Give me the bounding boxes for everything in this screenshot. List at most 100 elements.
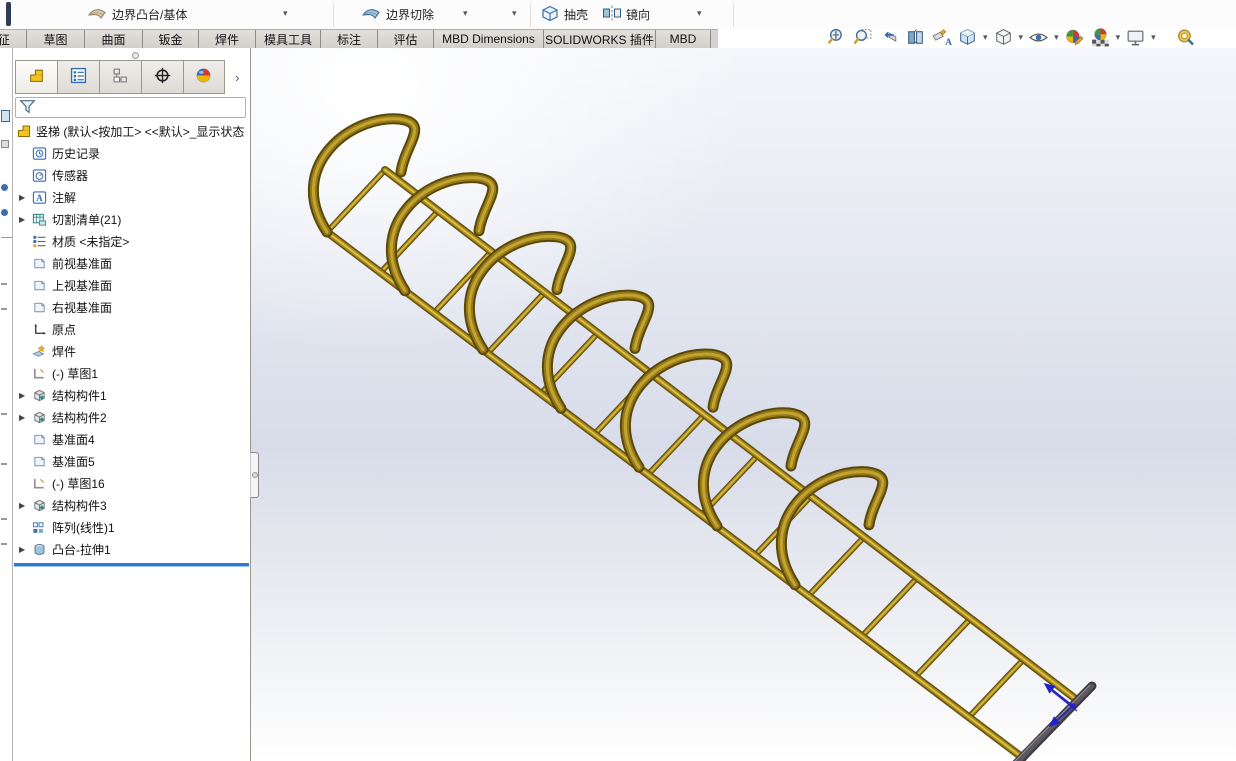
boundary-boss-button[interactable]: 边界凸台/基体 [86, 3, 187, 26]
tree-item-sketch1[interactable]: (-) 草图1 [13, 362, 250, 384]
mirror-button[interactable]: 镜向 [602, 3, 650, 26]
tab-features[interactable]: 特征 [0, 30, 27, 48]
view-settings-caret[interactable]: ▾ [1151, 33, 1156, 42]
tree-item-structural-member3[interactable]: ▶ 结构构件3 [13, 494, 250, 516]
previous-view-icon[interactable] [878, 26, 901, 49]
expand-arrow-icon[interactable]: ▶ [19, 545, 32, 554]
tree-item-annotations[interactable]: ▶ A 注解 [13, 186, 250, 208]
tab-sketch[interactable]: 草图 [27, 30, 85, 48]
tree-item-sensors[interactable]: 传感器 [13, 164, 250, 186]
dropdown-caret[interactable]: ▾ [512, 9, 517, 18]
tab-evaluate[interactable]: 评估 [378, 30, 434, 48]
dimxpert-target-icon [154, 67, 171, 87]
tab-surfaces[interactable]: 曲面 [85, 30, 143, 48]
expand-arrow-icon[interactable]: ▶ [19, 413, 32, 422]
tree-item-cut-list[interactable]: ▶ 切割清单(21) [13, 208, 250, 230]
tree-item-right-plane[interactable]: 右视基准面 [13, 296, 250, 318]
tree-item-material[interactable]: 材质 <未指定> [13, 230, 250, 252]
structural-member-icon [32, 387, 49, 403]
boundary-cut-button[interactable]: 边界切除 [360, 3, 434, 26]
tab-dimxpertmanager[interactable] [140, 60, 183, 94]
graphics-viewport[interactable] [251, 48, 1236, 761]
sensors-icon [32, 167, 49, 183]
edit-appearance-icon[interactable] [1063, 26, 1086, 49]
shell-icon [540, 3, 560, 26]
tab-displaymanager[interactable] [182, 60, 225, 94]
panel-tabs-overflow-button[interactable]: › [225, 60, 250, 94]
tree-item-structural-member1[interactable]: ▶ 结构构件1 [13, 384, 250, 406]
tree-item-plane4[interactable]: 基准面4 [13, 428, 250, 450]
featuremanager-panel: › 竖梯 (默认<按加工> <<默认>_显示状态 历史记录 传感器 ▶ A 注解… [13, 48, 251, 761]
tree-item-origin[interactable]: 原点 [13, 318, 250, 340]
tab-mold-tools[interactable]: 模具工具 [256, 30, 321, 48]
expand-arrow-icon[interactable]: ▶ [19, 501, 32, 510]
plane-icon [32, 277, 49, 293]
apply-scene-caret[interactable]: ▾ [1116, 33, 1121, 42]
view-orientation-icon[interactable] [956, 26, 979, 49]
boundary-cut-icon [360, 3, 382, 26]
expand-arrow-icon[interactable]: ▶ [19, 215, 32, 224]
view-orientation-caret[interactable]: ▾ [983, 33, 988, 42]
dynamic-annotation-views-icon[interactable]: A [930, 26, 953, 49]
expand-arrow-icon[interactable]: ▶ [19, 391, 32, 400]
tree-filter [15, 97, 246, 118]
tab-featuremanager[interactable] [15, 60, 57, 94]
tab-mbd[interactable]: MBD [656, 30, 711, 48]
toolbar-separator [530, 2, 531, 27]
dropdown-caret[interactable]: ▾ [463, 9, 468, 18]
annotations-icon: A [32, 189, 49, 205]
tab-solidworks-addins[interactable]: SOLIDWORKS 插件 [544, 30, 656, 48]
tree-item-boss-extrude[interactable]: ▶ 凸台-拉伸1 [13, 538, 250, 560]
svg-text:A: A [36, 192, 43, 202]
svg-text:A: A [945, 38, 952, 48]
tree-item-top-plane[interactable]: 上视基准面 [13, 274, 250, 296]
tree-item-sketch16[interactable]: (-) 草图16 [13, 472, 250, 494]
tab-propertymanager[interactable] [56, 60, 99, 94]
view-settings-icon[interactable] [1124, 26, 1147, 49]
display-style-icon[interactable] [992, 26, 1015, 49]
history-icon [32, 145, 49, 161]
plane-icon [32, 255, 49, 271]
tree-item-plane5[interactable]: 基准面5 [13, 450, 250, 472]
cut-list-icon [32, 211, 49, 227]
part-icon [28, 67, 45, 87]
tree-item-weldment[interactable]: 焊件 [13, 340, 250, 362]
toolbar-separator [333, 2, 334, 27]
tab-mbd-dimensions[interactable]: MBD Dimensions [434, 30, 544, 48]
tree-item-history[interactable]: 历史记录 [13, 142, 250, 164]
shell-button[interactable]: 抽壳 [540, 3, 588, 26]
zoom-to-area-icon[interactable] [852, 26, 875, 49]
linear-pattern-icon [32, 519, 49, 535]
mirror-label: 镜向 [626, 8, 651, 22]
tree-filter-input[interactable] [36, 99, 245, 116]
material-icon [32, 233, 49, 249]
sketch-icon [32, 475, 49, 491]
filter-funnel-icon [19, 98, 36, 118]
display-sphere-icon [195, 67, 212, 87]
tab-sheet-metal[interactable]: 钣金 [143, 30, 199, 48]
panel-collapse-handle[interactable] [250, 452, 259, 498]
plane-icon [32, 431, 49, 447]
hide-show-items-caret[interactable]: ▾ [1054, 33, 1059, 42]
dropdown-caret[interactable]: ▾ [283, 9, 288, 18]
panel-splitter[interactable] [13, 48, 250, 60]
shell-label: 抽壳 [564, 8, 589, 22]
tree-item-front-plane[interactable]: 前视基准面 [13, 252, 250, 274]
magnify-icon[interactable] [1174, 26, 1197, 49]
tab-configurationmanager[interactable] [98, 60, 141, 94]
tab-annotation[interactable]: 标注 [321, 30, 378, 48]
zoom-to-fit-icon[interactable] [826, 26, 849, 49]
tree-root-item[interactable]: 竖梯 (默认<按加工> <<默认>_显示状态 [13, 120, 250, 142]
apply-scene-icon[interactable] [1089, 26, 1112, 49]
ladder-model[interactable] [251, 48, 1236, 761]
section-view-icon[interactable] [904, 26, 927, 49]
tree-item-structural-member2[interactable]: ▶ 结构构件2 [13, 406, 250, 428]
display-style-caret[interactable]: ▾ [1019, 33, 1024, 42]
tab-weldments[interactable]: 焊件 [199, 30, 256, 48]
tree-item-linear-pattern[interactable]: 阵列(线性)1 [13, 516, 250, 538]
dropdown-caret[interactable]: ▾ [697, 9, 702, 18]
expand-arrow-icon[interactable]: ▶ [19, 193, 32, 202]
hide-show-items-icon[interactable] [1027, 26, 1050, 49]
boundary-boss-label: 边界凸台/基体 [112, 8, 188, 22]
rollback-bar[interactable] [14, 563, 249, 566]
